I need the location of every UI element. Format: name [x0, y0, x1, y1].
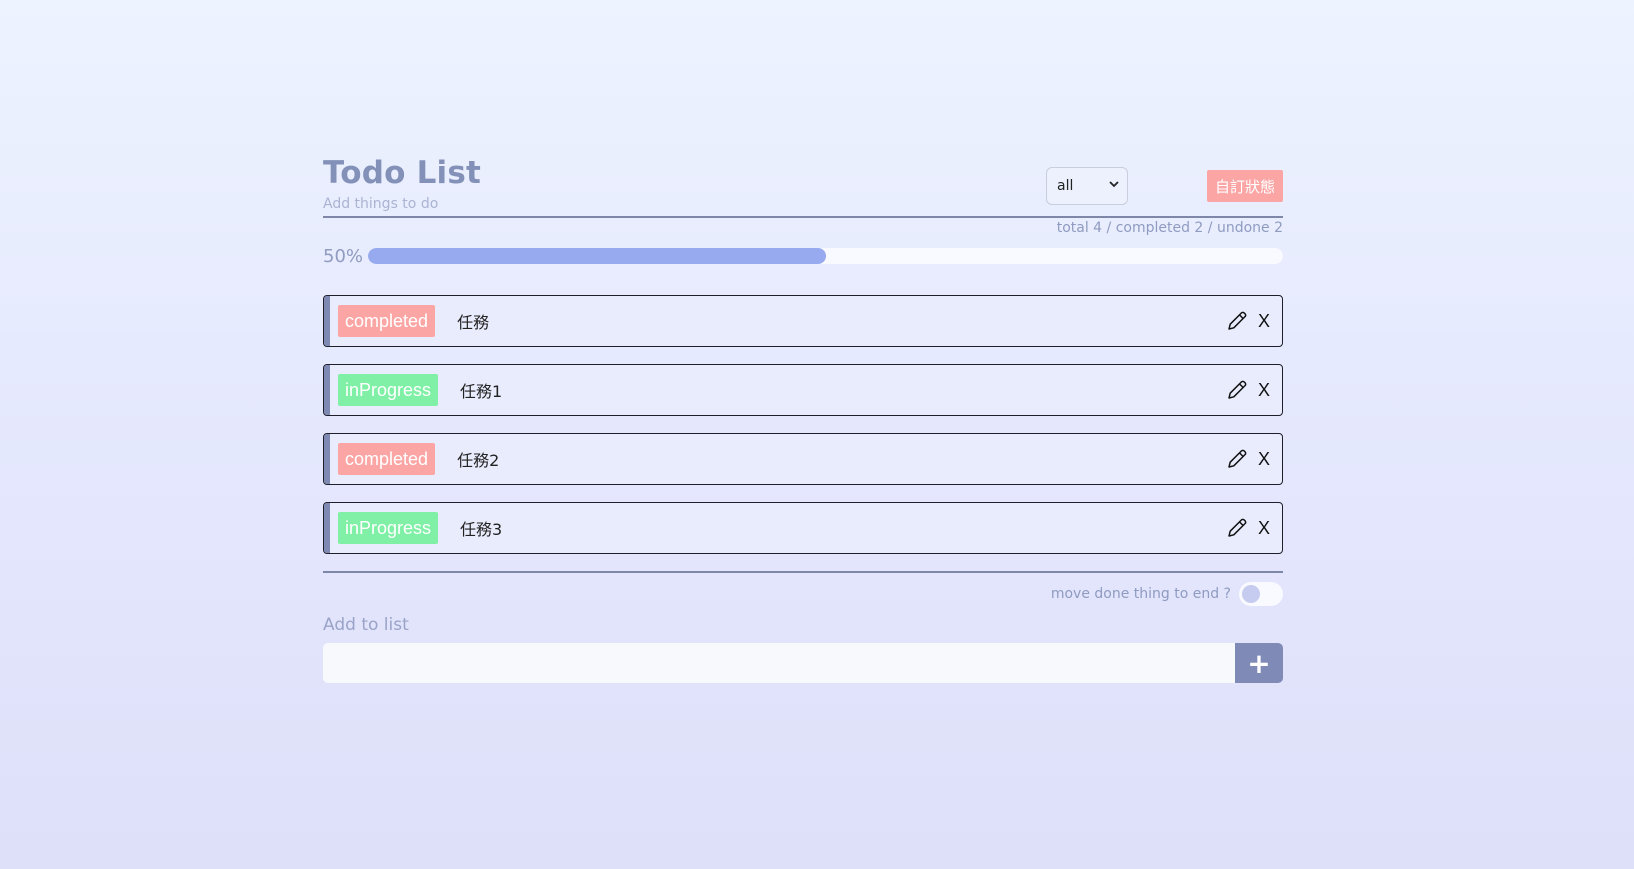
todo-text: 任務3 — [460, 520, 503, 539]
page-title: Todo List — [323, 155, 482, 191]
todo-actions: X — [1226, 296, 1272, 346]
todo-accent-bar — [324, 434, 330, 484]
divider — [323, 571, 1283, 573]
todo-item: completed 任務 X — [323, 295, 1283, 347]
delete-button[interactable]: X — [1258, 311, 1272, 332]
custom-status-button[interactable]: 自訂狀態 — [1206, 170, 1283, 202]
move-done-setting: move done thing to end ? — [323, 581, 1283, 607]
pencil-icon[interactable] — [1226, 379, 1248, 401]
todo-app: Todo List Add things to do all 自訂狀態 tota… — [323, 150, 1283, 683]
todo-list: completed 任務 X inProgress 任務1 X complete — [323, 295, 1283, 554]
todo-accent-bar — [324, 296, 330, 346]
progress-row: 50% — [323, 243, 1283, 269]
progress-bar — [368, 248, 1283, 264]
page-subtitle: Add things to do — [323, 196, 439, 212]
add-todo-input[interactable] — [323, 643, 1235, 683]
todo-accent-bar — [324, 365, 330, 415]
todo-actions: X — [1226, 365, 1272, 415]
add-to-list-label: Add to list — [323, 615, 409, 635]
todo-item: completed 任務2 X — [323, 433, 1283, 485]
todo-text: 任務 — [457, 313, 490, 332]
status-tag[interactable]: inProgress — [338, 374, 439, 406]
todo-actions: X — [1226, 503, 1272, 553]
pencil-icon[interactable] — [1226, 310, 1248, 332]
move-done-toggle[interactable] — [1239, 582, 1283, 606]
todo-actions: X — [1226, 434, 1272, 484]
todo-item: inProgress 任務1 X — [323, 364, 1283, 416]
delete-button[interactable]: X — [1258, 380, 1272, 401]
add-row: + — [323, 643, 1283, 683]
progress-percent: 50% — [323, 245, 364, 267]
todo-text: 任務1 — [460, 382, 503, 401]
header: Todo List Add things to do all 自訂狀態 — [323, 150, 1283, 218]
pencil-icon[interactable] — [1226, 517, 1248, 539]
delete-button[interactable]: X — [1258, 449, 1272, 470]
status-tag[interactable]: completed — [338, 443, 436, 475]
status-tag[interactable]: inProgress — [338, 512, 439, 544]
status-filter-select[interactable]: all — [1046, 167, 1128, 205]
pencil-icon[interactable] — [1226, 448, 1248, 470]
chevron-down-icon — [1109, 180, 1119, 191]
add-button[interactable]: + — [1235, 643, 1283, 683]
move-done-label: move done thing to end ? — [1050, 586, 1231, 602]
todo-item: inProgress 任務3 X — [323, 502, 1283, 554]
progress-fill — [368, 248, 826, 264]
delete-button[interactable]: X — [1258, 518, 1272, 539]
todo-accent-bar — [324, 503, 330, 553]
todo-summary: total 4 / completed 2 / undone 2 — [1056, 220, 1283, 236]
status-tag[interactable]: completed — [338, 305, 436, 337]
status-filter-value: all — [1057, 178, 1074, 194]
todo-text: 任務2 — [457, 451, 500, 470]
toggle-knob — [1242, 585, 1260, 603]
